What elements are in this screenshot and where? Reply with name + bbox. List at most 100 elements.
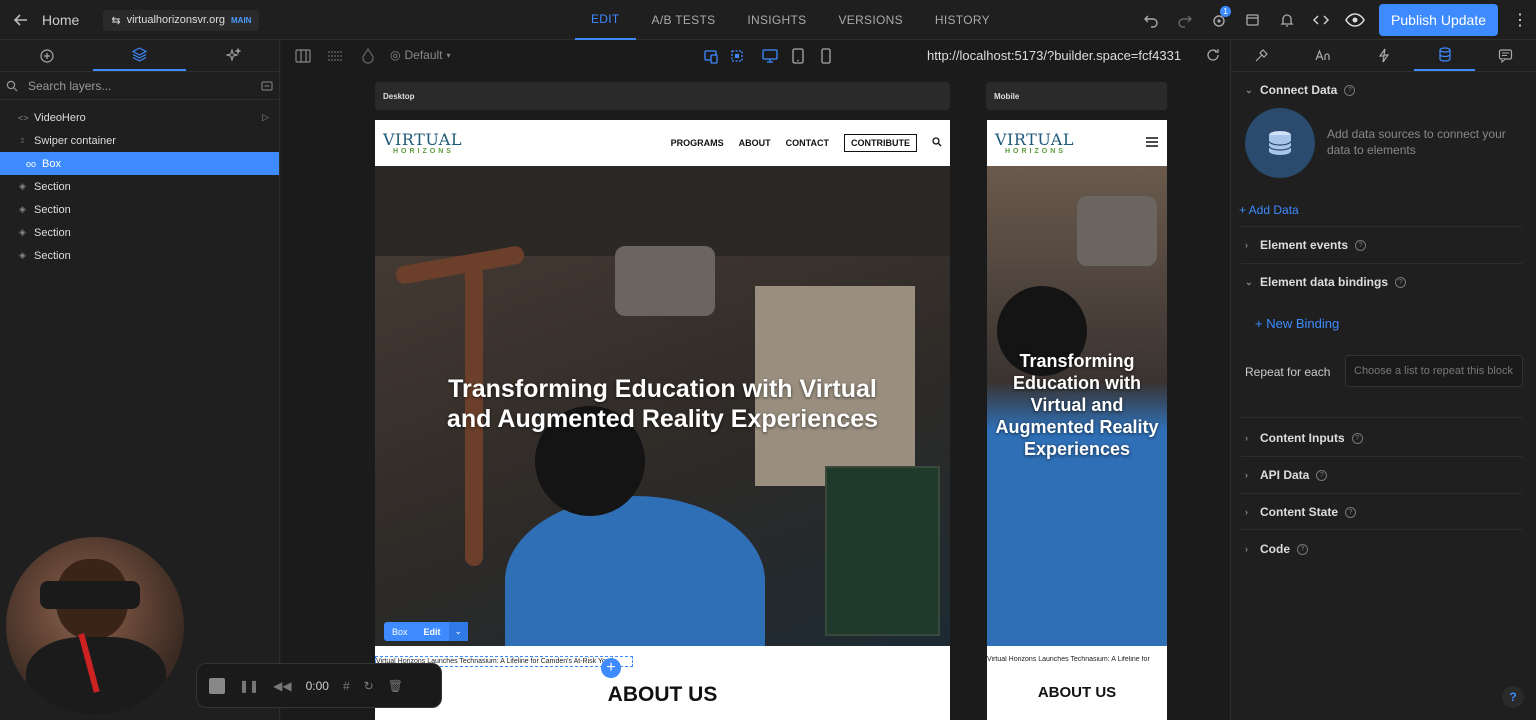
help-icon[interactable]: ? — [1316, 469, 1328, 481]
restart-icon[interactable]: ↻ — [364, 679, 374, 693]
data-database-icon[interactable] — [1414, 40, 1475, 71]
database-illustration-icon — [1245, 108, 1315, 178]
mobile-hero-title[interactable]: Transforming Education with Virtual and … — [987, 350, 1167, 460]
layer-section[interactable]: ◈ Section — [0, 198, 279, 221]
desktop-icon[interactable] — [762, 48, 778, 67]
mobile-video-hero[interactable]: Transforming Education with Virtual and … — [987, 166, 1167, 646]
stop-icon[interactable] — [209, 677, 225, 694]
circuit-board-graphic — [825, 466, 940, 636]
insert-icon[interactable] — [0, 40, 93, 71]
bell-icon[interactable] — [1277, 10, 1297, 30]
nav-programs[interactable]: PROGRAMS — [671, 138, 724, 148]
help-icon[interactable]: ? — [1395, 276, 1407, 288]
box-label[interactable]: Box — [384, 627, 416, 637]
element-events-header[interactable]: › Element events ? — [1245, 238, 1367, 252]
content-inputs-header[interactable]: › Content Inputs ? — [1245, 431, 1363, 445]
hamburger-menu-icon[interactable] — [1145, 136, 1159, 151]
ai-agent-icon[interactable]: 1 — [1209, 6, 1232, 30]
divider — [1241, 263, 1522, 264]
collapse-all-icon[interactable] — [261, 80, 273, 92]
typography-icon[interactable] — [1292, 40, 1353, 71]
trash-icon[interactable]: 🗑 — [388, 679, 403, 693]
preview-eye-icon[interactable] — [1345, 10, 1365, 30]
layers-icon[interactable] — [93, 40, 186, 71]
refresh-icon[interactable] — [1206, 48, 1220, 65]
code-icon[interactable] — [1311, 10, 1331, 30]
edit-button[interactable]: Edit — [416, 627, 449, 637]
columns-icon[interactable] — [295, 48, 311, 67]
repeat-list-select[interactable]: Choose a list to repeat this block — [1345, 355, 1523, 387]
new-binding-link[interactable]: + New Binding — [1255, 316, 1339, 331]
layer-swiper-container[interactable]: ⦂ Swiper container — [0, 129, 279, 152]
video-hero[interactable]: Transforming Education with Virtual and … — [375, 166, 950, 646]
schedule-icon[interactable] — [1243, 10, 1263, 30]
layer-section[interactable]: ◈ Section — [0, 244, 279, 267]
about-heading[interactable]: ABOUT US — [375, 683, 950, 707]
help-button[interactable]: ? — [1502, 686, 1524, 708]
site-selector[interactable]: ⇆ virtualhorizonsvr.org MAIN — [103, 9, 260, 31]
undo-icon[interactable] — [1141, 10, 1161, 30]
help-icon[interactable]: ? — [1355, 239, 1367, 251]
mobile-slide-caption[interactable]: Virtual Horizons Launches Technasium: A … — [987, 656, 1167, 663]
grid-lines-icon[interactable] — [327, 48, 343, 67]
api-data-header[interactable]: › API Data ? — [1245, 468, 1328, 482]
code-header[interactable]: › Code ? — [1245, 542, 1308, 556]
back-arrow-icon[interactable] — [10, 9, 32, 31]
content-state-header[interactable]: › Content State ? — [1245, 505, 1356, 519]
grid-icon[interactable]: # — [343, 679, 350, 693]
tablet-icon[interactable] — [791, 48, 805, 67]
mobile-icon[interactable] — [820, 48, 832, 67]
breakpoint-selector[interactable]: ◎ Default ▾ — [390, 48, 451, 62]
tab-insights[interactable]: INSIGHTS — [731, 0, 822, 40]
add-data-link[interactable]: + Add Data — [1239, 203, 1299, 217]
nav-contribute-button[interactable]: CONTRIBUTE — [844, 134, 917, 152]
mobile-about-heading[interactable]: ABOUT US — [987, 684, 1167, 701]
responsive-icon[interactable] — [703, 48, 719, 67]
hero-title[interactable]: Transforming Education with Virtual and … — [375, 374, 950, 434]
element-data-bindings-header[interactable]: ⌄ Element data bindings ? — [1245, 275, 1407, 289]
presenter-shirt — [26, 637, 166, 715]
expand-play-icon[interactable]: ▷ — [262, 112, 269, 123]
section-icon: ◈ — [19, 250, 26, 260]
home-link[interactable]: Home — [42, 12, 79, 28]
chevron-right-icon: › — [1245, 433, 1248, 443]
site-logo[interactable]: VIRTUAL HORIZONS — [995, 131, 1074, 155]
style-tools-icon[interactable] — [1231, 40, 1292, 71]
drop-icon[interactable] — [361, 47, 375, 67]
nav-contact[interactable]: CONTACT — [786, 138, 829, 148]
lightning-icon[interactable] — [1353, 40, 1414, 71]
comments-icon[interactable] — [1475, 40, 1536, 71]
search-layers-input[interactable] — [28, 78, 251, 93]
site-logo[interactable]: VIRTUAL HORIZONS — [383, 131, 462, 155]
section-icon: ◈ — [19, 204, 26, 214]
redo-icon[interactable] — [1175, 10, 1195, 30]
nav-about[interactable]: ABOUT — [739, 138, 771, 148]
site-search-icon[interactable] — [932, 137, 942, 149]
layer-box[interactable]: oo Box — [0, 152, 279, 175]
layer-section[interactable]: ◈ Section — [0, 221, 279, 244]
tab-versions[interactable]: VERSIONS — [822, 0, 918, 40]
tab-ab-tests[interactable]: A/B TESTS — [636, 0, 732, 40]
layer-section[interactable]: ◈ Section — [0, 175, 279, 198]
help-icon[interactable]: ? — [1344, 84, 1356, 96]
publish-update-button[interactable]: Publish Update — [1379, 4, 1498, 36]
ai-sparkle-icon[interactable] — [186, 40, 279, 71]
logo-bottom: HORIZONS — [1005, 147, 1066, 155]
rewind-icon[interactable]: ◀◀ — [273, 679, 291, 693]
preview-url[interactable]: http://localhost:5173/?builder.space=fcf… — [927, 48, 1181, 63]
tab-history[interactable]: HISTORY — [919, 0, 1006, 40]
more-menu-icon[interactable]: ⋮ — [1512, 10, 1528, 30]
mobile-frame-label: Mobile — [986, 82, 1167, 110]
pause-icon[interactable]: ❚❚ — [239, 679, 259, 693]
help-icon[interactable]: ? — [1351, 432, 1363, 444]
tab-edit[interactable]: EDIT — [575, 0, 636, 40]
properties-panel: ⌄ Connect Data ? Add data sources to con… — [1230, 40, 1536, 720]
help-icon[interactable]: ? — [1345, 506, 1356, 518]
layer-videohero[interactable]: <> VideoHero ▷ — [0, 106, 279, 129]
add-block-button[interactable]: + — [601, 658, 621, 678]
select-frame-icon[interactable] — [729, 48, 745, 67]
connect-data-header[interactable]: ⌄ Connect Data ? — [1245, 83, 1356, 97]
editor-canvas: ◎ Default ▾ http://localhost:5173/?build… — [281, 40, 1229, 720]
chevron-down-icon[interactable]: ⌄ — [448, 622, 469, 641]
help-icon[interactable]: ? — [1297, 543, 1308, 555]
